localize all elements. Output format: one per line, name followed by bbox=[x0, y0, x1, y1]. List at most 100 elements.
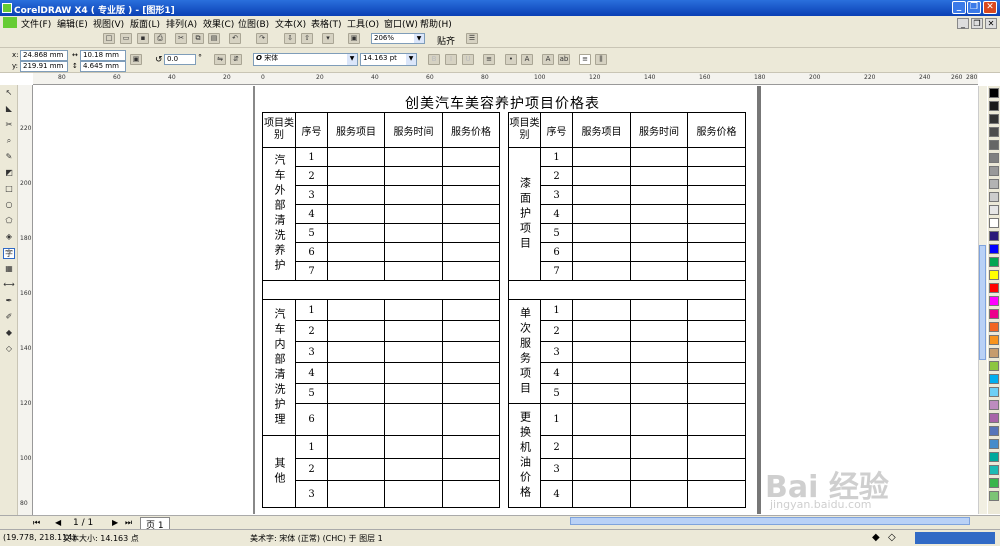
left-ruler[interactable]: 220 200 180 160 140 120 100 80 bbox=[18, 85, 33, 515]
color-swatch[interactable] bbox=[989, 309, 999, 319]
menu-window[interactable]: 窗口(W) bbox=[384, 17, 418, 30]
launcher-icon[interactable]: ▾ bbox=[322, 33, 334, 44]
color-swatch[interactable] bbox=[989, 218, 999, 228]
import-icon[interactable]: ⇩ bbox=[284, 33, 296, 44]
vertical-scroll-thumb[interactable] bbox=[979, 245, 986, 360]
menu-table[interactable]: 表格(T) bbox=[311, 17, 342, 30]
color-swatch[interactable] bbox=[989, 283, 999, 293]
eyedropper-tool-icon[interactable]: ✒ bbox=[3, 296, 15, 307]
outline-tool-icon[interactable]: ✐ bbox=[3, 312, 15, 323]
color-swatch[interactable] bbox=[989, 465, 999, 475]
color-swatch[interactable] bbox=[989, 374, 999, 384]
maximize-button[interactable]: ❐ bbox=[967, 1, 981, 14]
document-title[interactable]: 创美汽车美容养护项目价格表 bbox=[405, 93, 600, 113]
color-swatch[interactable] bbox=[989, 270, 999, 280]
paste-icon[interactable]: ▤ bbox=[208, 33, 220, 44]
align-icon[interactable]: ≡ bbox=[483, 54, 495, 65]
text-format-icon[interactable]: ab bbox=[558, 54, 570, 65]
pick-tool-icon[interactable]: ↖ bbox=[3, 88, 15, 99]
basic-shapes-icon[interactable]: ◈ bbox=[3, 232, 15, 243]
bold-icon[interactable]: B bbox=[428, 54, 440, 65]
color-swatch[interactable] bbox=[989, 205, 999, 215]
text-tool-icon[interactable]: 字 bbox=[3, 248, 15, 259]
color-swatch[interactable] bbox=[989, 231, 999, 241]
mirror-vertical-icon[interactable]: ⇵ bbox=[230, 54, 242, 65]
ellipse-tool-icon[interactable]: ○ bbox=[3, 200, 15, 211]
export-icon[interactable]: ⇧ bbox=[301, 33, 313, 44]
menu-tools[interactable]: 工具(O) bbox=[347, 17, 379, 30]
color-swatch[interactable] bbox=[989, 439, 999, 449]
color-swatch[interactable] bbox=[989, 127, 999, 137]
menu-effects[interactable]: 效果(C) bbox=[203, 17, 234, 30]
color-swatch[interactable] bbox=[989, 88, 999, 98]
previous-page-icon[interactable]: ◀ bbox=[55, 518, 61, 527]
close-button[interactable]: ✕ bbox=[983, 1, 997, 14]
underline-icon[interactable]: U bbox=[462, 54, 474, 65]
horizontal-text-icon[interactable]: ≡ bbox=[579, 54, 591, 65]
options-icon[interactable]: ☰ bbox=[466, 33, 478, 44]
color-swatch[interactable] bbox=[989, 400, 999, 410]
rectangle-tool-icon[interactable]: □ bbox=[3, 184, 15, 195]
shape-tool-icon[interactable]: ◣ bbox=[3, 104, 15, 115]
redo-icon[interactable]: ↷ bbox=[256, 33, 268, 44]
width-input[interactable]: 10.18 mm bbox=[80, 50, 126, 61]
color-swatch[interactable] bbox=[989, 101, 999, 111]
cut-icon[interactable]: ✂ bbox=[175, 33, 187, 44]
doc-restore-icon[interactable]: ❐ bbox=[971, 18, 983, 29]
italic-icon[interactable]: I bbox=[445, 54, 457, 65]
color-swatch[interactable] bbox=[989, 244, 999, 254]
interactive-fill-icon[interactable]: ◇ bbox=[3, 344, 15, 355]
next-page-icon[interactable]: ▶ bbox=[112, 518, 118, 527]
height-input[interactable]: 4.645 mm bbox=[80, 61, 126, 72]
dimension-tool-icon[interactable]: ⟷ bbox=[3, 280, 15, 291]
table-tool-icon[interactable]: ▦ bbox=[3, 264, 15, 275]
smart-fill-icon[interactable]: ◩ bbox=[3, 168, 15, 179]
color-swatch[interactable] bbox=[989, 452, 999, 462]
color-swatch[interactable] bbox=[989, 296, 999, 306]
color-swatch[interactable] bbox=[989, 426, 999, 436]
first-page-icon[interactable]: ⏮ bbox=[33, 518, 40, 528]
print-icon[interactable]: ⎙ bbox=[154, 33, 166, 44]
color-swatch[interactable] bbox=[989, 335, 999, 345]
color-swatch[interactable] bbox=[989, 478, 999, 488]
font-size-select[interactable]: 14.163 pt ▼ bbox=[360, 53, 417, 66]
mirror-horizontal-icon[interactable]: ⇋ bbox=[214, 54, 226, 65]
dropcap-icon[interactable]: A bbox=[521, 54, 533, 65]
menu-text[interactable]: 文本(X) bbox=[275, 17, 306, 30]
color-swatch[interactable] bbox=[989, 322, 999, 332]
bullet-icon[interactable]: • bbox=[505, 54, 517, 65]
top-ruler[interactable]: 80 60 40 20 0 20 40 60 80 100 120 140 16… bbox=[33, 73, 978, 85]
rotation-input[interactable]: 0.0 bbox=[164, 54, 196, 65]
font-family-select[interactable]: O 宋体 ▼ bbox=[253, 53, 358, 66]
color-swatch[interactable] bbox=[989, 257, 999, 267]
menu-edit[interactable]: 编辑(E) bbox=[57, 17, 88, 30]
zoom-tool-icon[interactable]: ⌕ bbox=[3, 136, 15, 147]
color-swatch[interactable] bbox=[989, 153, 999, 163]
x-position-input[interactable]: 24.868 mm bbox=[20, 50, 68, 61]
color-swatch[interactable] bbox=[989, 114, 999, 124]
vertical-text-icon[interactable]: ⫼ bbox=[595, 54, 607, 65]
color-swatch[interactable] bbox=[989, 361, 999, 371]
freehand-tool-icon[interactable]: ✎ bbox=[3, 152, 15, 163]
undo-icon[interactable]: ↶ bbox=[229, 33, 241, 44]
doc-close-icon[interactable]: ✕ bbox=[985, 18, 997, 29]
color-swatch[interactable] bbox=[989, 179, 999, 189]
color-swatch[interactable] bbox=[989, 348, 999, 358]
menu-arrange[interactable]: 排列(A) bbox=[166, 17, 197, 30]
right-price-table[interactable]: 项目类别 序号 服务项目 服务时间 服务价格 漆面护项目 1 2 3 4 5 6 … bbox=[508, 112, 746, 508]
zoom-level-select[interactable]: 206% ▼ bbox=[371, 33, 425, 44]
lock-ratio-icon[interactable]: ▣ bbox=[130, 54, 142, 65]
menu-bitmaps[interactable]: 位图(B) bbox=[238, 17, 269, 30]
menu-file[interactable]: 文件(F) bbox=[21, 17, 51, 30]
welcome-icon[interactable]: ▣ bbox=[348, 33, 360, 44]
open-icon[interactable]: ▭ bbox=[120, 33, 132, 44]
menu-layout[interactable]: 版面(L) bbox=[130, 17, 160, 30]
color-swatch[interactable] bbox=[989, 413, 999, 423]
last-page-icon[interactable]: ⏭ bbox=[125, 518, 132, 528]
menu-view[interactable]: 视图(V) bbox=[93, 17, 124, 30]
color-swatch[interactable] bbox=[989, 140, 999, 150]
y-position-input[interactable]: 219.91 mm bbox=[20, 61, 68, 72]
color-swatch[interactable] bbox=[989, 192, 999, 202]
color-swatch[interactable] bbox=[989, 387, 999, 397]
left-price-table[interactable]: 项目类别 序号 服务项目 服务时间 服务价格 汽车外部清洗养护 1 2 3 4 5… bbox=[262, 112, 500, 508]
